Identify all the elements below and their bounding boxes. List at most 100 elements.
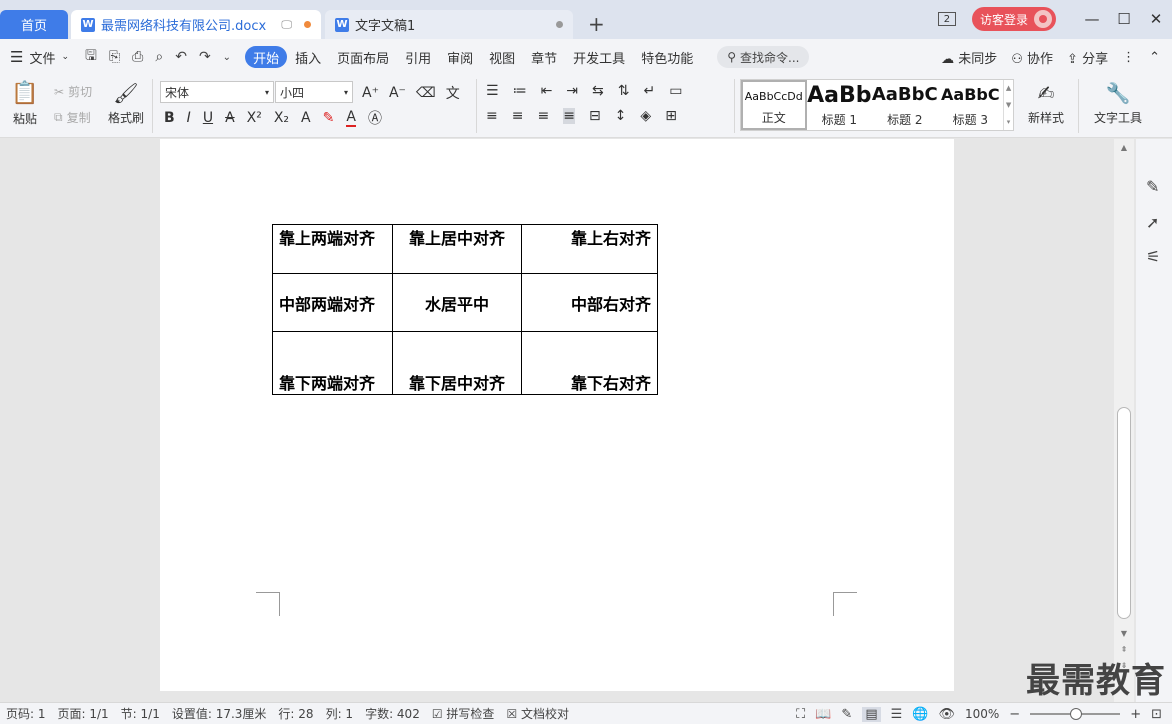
web-view-icon[interactable]: 🌐 xyxy=(912,707,928,722)
text-effect-icon[interactable]: A xyxy=(301,110,311,126)
zoom-in-icon[interactable]: + xyxy=(1130,707,1141,722)
zoom-slider[interactable] xyxy=(1030,708,1121,720)
decrease-indent-icon[interactable]: ⇤ xyxy=(541,83,553,99)
table-cell[interactable]: 中部两端对齐 xyxy=(272,273,393,332)
minimize-button[interactable]: — xyxy=(1076,10,1108,28)
text-direction-icon[interactable]: ⇆ xyxy=(592,83,604,99)
borders-icon[interactable]: ⊞ xyxy=(665,108,677,124)
status-page-number[interactable]: 页码: 1 xyxy=(0,705,52,722)
save-icon[interactable]: 🖫 xyxy=(85,45,97,69)
align-left-icon[interactable]: ≡ xyxy=(486,108,498,124)
tab-insert[interactable]: 插入 xyxy=(287,46,329,68)
close-tab-dot-icon[interactable] xyxy=(556,21,563,28)
font-color-icon[interactable]: A xyxy=(346,109,356,127)
scroll-up-icon[interactable]: ▲ xyxy=(1114,143,1134,152)
document-table[interactable]: 靠上两端对齐 靠上居中对齐 靠上右对齐 中部两端对齐 水居平中 中部右对齐 靠下… xyxy=(272,224,658,395)
tab-developer[interactable]: 开发工具 xyxy=(565,46,633,68)
table-lines-icon[interactable]: ▭ xyxy=(669,83,682,99)
sync-button[interactable]: ☁ 未同步 xyxy=(941,48,997,67)
tab-inactive-document[interactable]: W 文字文稿1 xyxy=(325,10,573,39)
format-painter-button[interactable]: 🖌 格式刷 xyxy=(106,81,146,126)
zoom-out-icon[interactable]: − xyxy=(1009,707,1020,722)
tab-view[interactable]: 视图 xyxy=(481,46,523,68)
line-spacing-icon[interactable]: ↕ xyxy=(615,108,627,124)
shrink-font-icon[interactable]: A⁻ xyxy=(389,85,406,101)
print-preview-icon[interactable]: ⌕ xyxy=(155,49,163,65)
bullet-list-icon[interactable]: ☰ xyxy=(486,83,499,99)
customize-toolbar-icon[interactable]: ⌄ xyxy=(223,52,231,63)
document-page[interactable]: 靠上两端对齐 靠上居中对齐 靠上右对齐 中部两端对齐 水居平中 中部右对齐 靠下… xyxy=(160,139,954,691)
underline-icon[interactable]: U xyxy=(203,110,213,126)
table-cell[interactable]: 靠上居中对齐 xyxy=(392,224,522,274)
undo-icon[interactable]: ↶ xyxy=(175,49,187,65)
text-tools-button[interactable]: 🔧 文字工具 xyxy=(1088,81,1148,126)
tab-start[interactable]: 开始 xyxy=(245,46,288,68)
align-right-icon[interactable]: ≡ xyxy=(537,108,549,124)
tab-home[interactable]: 首页 xyxy=(0,10,68,39)
table-cell[interactable]: 靠上两端对齐 xyxy=(272,224,393,274)
chevron-up-icon[interactable]: ▲ xyxy=(1006,84,1011,92)
new-style-button[interactable]: ✍ 新样式 xyxy=(1022,81,1070,126)
style-heading-3[interactable]: AaBbC 标题 3 xyxy=(938,80,1004,130)
settings-sliders-icon[interactable]: ⚟ xyxy=(1146,247,1160,266)
close-window-button[interactable]: ✕ xyxy=(1140,10,1172,28)
vertical-scrollbar[interactable]: ▲ ▼ ⇞ ⇟ xyxy=(1114,139,1134,702)
table-cell[interactable]: 中部右对齐 xyxy=(521,273,658,332)
table-cell[interactable]: 靠下居中对齐 xyxy=(392,331,522,395)
status-word-count[interactable]: 字数: 402 xyxy=(359,705,426,722)
zoom-value[interactable]: 100% xyxy=(965,707,999,721)
maximize-button[interactable]: ☐ xyxy=(1108,10,1140,28)
outline-view-icon[interactable]: ☰ xyxy=(891,707,903,722)
align-center-icon[interactable]: ≡ xyxy=(512,108,524,124)
collaborate-button[interactable]: ⚇ 协作 xyxy=(1011,48,1053,67)
page-view-icon[interactable]: ▤ xyxy=(862,706,881,722)
expand-icon[interactable]: ▾ xyxy=(1007,118,1011,126)
tab-chapter[interactable]: 章节 xyxy=(523,46,565,68)
scroll-thumb[interactable] xyxy=(1117,407,1131,619)
reading-mode-icon[interactable]: 📖 xyxy=(815,707,831,722)
window-count-badge[interactable]: 2 xyxy=(937,12,956,26)
increase-indent-icon[interactable]: ⇥ xyxy=(566,83,578,99)
style-heading-1[interactable]: AaBb 标题 1 xyxy=(807,80,873,130)
highlight-icon[interactable]: ✎ xyxy=(323,110,335,126)
phonetic-guide-icon[interactable]: 文 xyxy=(446,83,460,103)
cut-button[interactable]: ✂ 剪切 xyxy=(54,83,92,100)
fullscreen-icon[interactable]: ⛶ xyxy=(796,707,805,722)
fit-page-icon[interactable]: ⊡ xyxy=(1151,707,1162,722)
font-size-select[interactable]: 小四 ▾ xyxy=(275,81,353,103)
tab-page-layout[interactable]: 页面布局 xyxy=(329,46,397,68)
eye-protection-icon[interactable]: 👁 xyxy=(938,707,955,722)
file-menu-button[interactable]: ☰ 文件 ⌄ xyxy=(10,48,69,67)
command-search-input[interactable]: ⚲ 查找命令... xyxy=(717,46,810,68)
italic-icon[interactable]: I xyxy=(187,110,191,126)
bold-icon[interactable]: B xyxy=(164,110,175,126)
collapse-ribbon-icon[interactable]: ⌃ xyxy=(1149,50,1160,65)
select-cursor-icon[interactable]: ➚ xyxy=(1146,213,1159,232)
more-options-icon[interactable]: ⋮ xyxy=(1122,50,1135,65)
tab-active-document[interactable]: W 最需网络科技有限公司.docx 🖵 xyxy=(71,10,321,39)
font-name-select[interactable]: 宋体 ▾ xyxy=(160,81,274,103)
shading-icon[interactable]: ◈ xyxy=(640,108,651,124)
print-icon[interactable]: ⎙ xyxy=(132,49,143,65)
export-icon[interactable]: ⎘ xyxy=(109,49,120,65)
proofread-button[interactable]: ☒ 文档校对 xyxy=(500,705,575,722)
scroll-down-icon[interactable]: ▼ xyxy=(1114,629,1134,638)
monitor-icon[interactable]: 🖵 xyxy=(281,18,292,32)
table-cell[interactable]: 靠下两端对齐 xyxy=(272,331,393,395)
sort-icon[interactable]: ⇅ xyxy=(618,83,630,99)
char-border-icon[interactable]: Ⓐ xyxy=(368,108,382,128)
tab-review[interactable]: 审阅 xyxy=(439,46,481,68)
table-cell[interactable]: 靠上右对齐 xyxy=(521,224,658,274)
style-normal[interactable]: AaBbCcDd 正文 xyxy=(741,80,807,130)
style-heading-2[interactable]: AaBbC 标题 2 xyxy=(872,80,938,130)
table-cell[interactable]: 水居平中 xyxy=(392,273,522,332)
show-marks-icon[interactable]: ↵ xyxy=(644,83,656,99)
clear-format-icon[interactable]: ⌫ xyxy=(416,85,436,101)
grow-font-icon[interactable]: A⁺ xyxy=(362,85,379,101)
styles-scroll[interactable]: ▲ ▼ ▾ xyxy=(1003,80,1013,130)
redo-icon[interactable]: ↷ xyxy=(199,49,211,65)
edit-pen-icon[interactable]: ✎ xyxy=(1146,177,1159,196)
spell-check-button[interactable]: ☑ 拼写检查 xyxy=(426,705,501,722)
paste-button[interactable]: 📋 粘贴 xyxy=(8,81,42,127)
chevron-down-icon[interactable]: ▼ xyxy=(1006,101,1011,109)
